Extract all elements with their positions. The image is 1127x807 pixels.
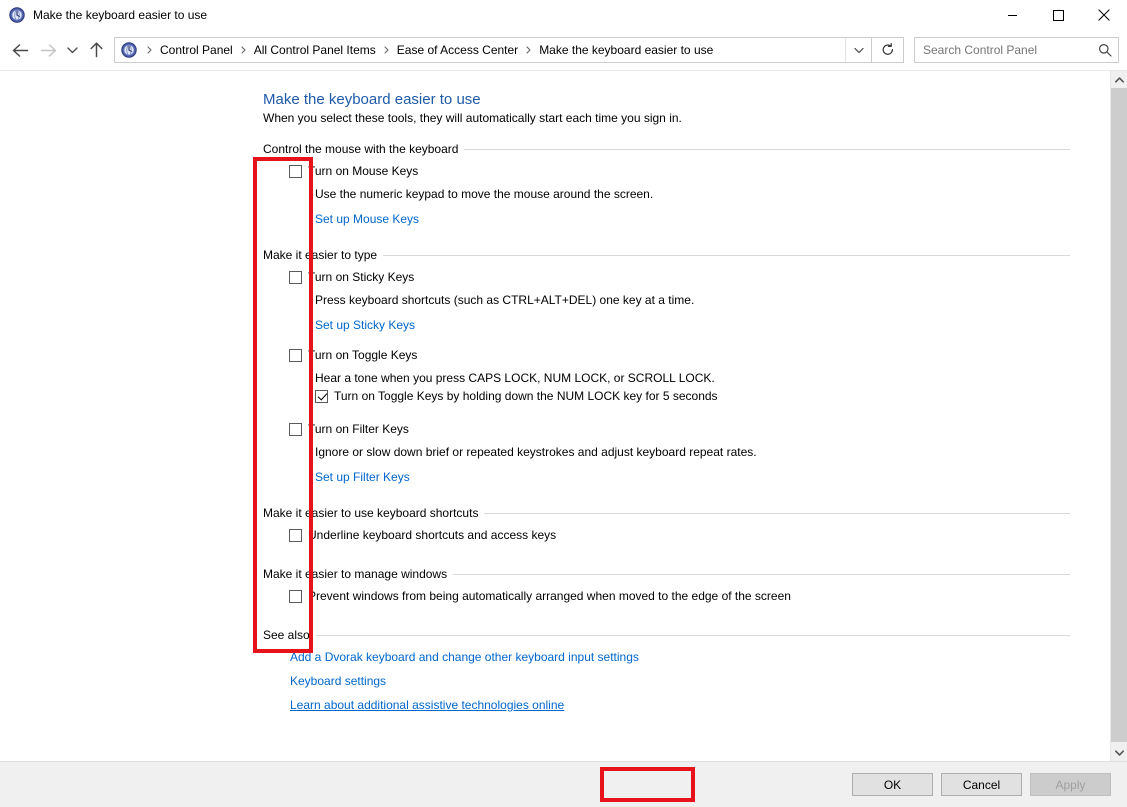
- checkbox-turn-on-sticky-keys[interactable]: [289, 271, 302, 284]
- breadcrumb: Control Panel All Control Panel Items Ea…: [142, 41, 845, 59]
- up-button[interactable]: [82, 36, 110, 64]
- checkbox-label: Turn on Toggle Keys: [308, 348, 418, 362]
- description-mouse-keys: Use the numeric keypad to move the mouse…: [315, 187, 654, 201]
- divider: [315, 634, 1070, 636]
- section-heading-keyboard-shortcuts: Make it easier to use keyboard shortcuts: [263, 506, 1070, 520]
- cancel-button[interactable]: Cancel: [941, 773, 1022, 796]
- refresh-button[interactable]: [872, 37, 904, 63]
- chevron-right-icon: [142, 46, 157, 54]
- breadcrumb-item-control-panel[interactable]: Control Panel: [157, 41, 236, 59]
- section-heading-label: See also: [263, 628, 310, 642]
- section-heading-label: Control the mouse with the keyboard: [263, 142, 459, 156]
- section-heading-label: Make it easier to manage windows: [263, 567, 448, 581]
- window-controls: [989, 0, 1127, 30]
- search-input[interactable]: [915, 43, 1092, 57]
- apply-button: Apply: [1030, 773, 1111, 796]
- breadcrumb-ease-of-access-icon: [121, 42, 137, 58]
- description-toggle-keys: Hear a tone when you press CAPS LOCK, NU…: [315, 371, 715, 385]
- content-pane: Make the keyboard easier to use When you…: [0, 71, 1110, 761]
- window-title: Make the keyboard easier to use: [33, 8, 208, 22]
- breadcrumb-dropdown-button[interactable]: [845, 38, 871, 62]
- breadcrumb-bar[interactable]: Control Panel All Control Panel Items Ea…: [114, 37, 872, 63]
- address-bar: Control Panel All Control Panel Items Ea…: [0, 30, 1127, 70]
- checkbox-row-toggle-keys-numlock[interactable]: Turn on Toggle Keys by holding down the …: [315, 389, 1070, 404]
- divider: [484, 512, 1070, 514]
- checkbox-label: Prevent windows from being automatically…: [308, 589, 791, 603]
- control-panel-window: Make the keyboard easier to use Control …: [0, 0, 1127, 807]
- checkbox-label: Underline keyboard shortcuts and access …: [308, 528, 557, 542]
- checkbox-row-prevent-window-arrange[interactable]: Prevent windows from being automatically…: [289, 589, 1070, 604]
- checkbox-row-underline-shortcuts[interactable]: Underline keyboard shortcuts and access …: [289, 528, 1070, 543]
- breadcrumb-item-current[interactable]: Make the keyboard easier to use: [536, 41, 716, 59]
- checkbox-row-filter-keys[interactable]: Turn on Filter Keys: [289, 422, 1070, 437]
- section-heading-label: Make it easier to use keyboard shortcuts: [263, 506, 479, 520]
- divider: [453, 573, 1070, 575]
- checkbox-label: Turn on Mouse Keys: [308, 164, 419, 178]
- checkbox-label: Turn on Filter Keys: [308, 422, 409, 436]
- chevron-right-icon: [521, 46, 536, 54]
- body-area: Make the keyboard easier to use When you…: [0, 70, 1127, 761]
- chevron-right-icon: [236, 46, 251, 54]
- divider: [383, 254, 1070, 256]
- maximize-button[interactable]: [1035, 0, 1081, 30]
- chevron-right-icon: [379, 46, 394, 54]
- checkbox-row-toggle-keys[interactable]: Turn on Toggle Keys: [289, 348, 1070, 363]
- checkbox-label: Turn on Toggle Keys by holding down the …: [334, 389, 718, 403]
- description-filter-keys: Ignore or slow down brief or repeated ke…: [315, 445, 757, 459]
- ok-button[interactable]: OK: [852, 773, 933, 796]
- checkbox-turn-on-filter-keys[interactable]: [289, 423, 302, 436]
- link-set-up-mouse-keys[interactable]: Set up Mouse Keys: [315, 212, 419, 226]
- section-heading-easier-to-type: Make it easier to type: [263, 248, 1070, 262]
- see-also-links: Add a Dvorak keyboard and change other k…: [290, 650, 1070, 712]
- link-set-up-sticky-keys[interactable]: Set up Sticky Keys: [315, 318, 415, 332]
- page-subtitle: When you select these tools, they will a…: [263, 111, 682, 125]
- description-sticky-keys: Press keyboard shortcuts (such as CTRL+A…: [315, 293, 695, 307]
- section-heading-manage-windows: Make it easier to manage windows: [263, 567, 1070, 581]
- divider: [464, 148, 1070, 150]
- link-set-up-filter-keys[interactable]: Set up Filter Keys: [315, 470, 410, 484]
- minimize-button[interactable]: [989, 0, 1035, 30]
- ease-of-access-icon: [9, 7, 25, 23]
- back-button[interactable]: [6, 36, 34, 64]
- link-learn-assistive-technologies[interactable]: Learn about additional assistive technol…: [290, 698, 564, 712]
- checkbox-turn-on-mouse-keys[interactable]: [289, 165, 302, 178]
- dialog-footer: OK Cancel Apply: [0, 761, 1127, 807]
- section-heading-label: Make it easier to type: [263, 248, 378, 262]
- recent-locations-button[interactable]: [62, 36, 82, 64]
- checkbox-underline-keyboard-shortcuts[interactable]: [289, 529, 302, 542]
- page-title: Make the keyboard easier to use: [263, 91, 481, 108]
- title-bar: Make the keyboard easier to use: [0, 0, 1127, 30]
- vertical-scrollbar[interactable]: [1110, 71, 1127, 761]
- section-heading-mouse-keys: Control the mouse with the keyboard: [263, 142, 1070, 156]
- section-heading-see-also: See also: [263, 628, 1070, 642]
- link-add-dvorak-keyboard[interactable]: Add a Dvorak keyboard and change other k…: [290, 650, 639, 664]
- checkbox-row-mouse-keys[interactable]: Turn on Mouse Keys: [289, 164, 1070, 179]
- scroll-up-icon[interactable]: [1111, 71, 1127, 88]
- breadcrumb-item-ease-of-access-center[interactable]: Ease of Access Center: [394, 41, 521, 59]
- scroll-down-icon[interactable]: [1111, 744, 1127, 761]
- scrollbar-thumb[interactable]: [1111, 88, 1127, 742]
- search-box[interactable]: [914, 37, 1119, 63]
- checkbox-label: Turn on Sticky Keys: [308, 270, 415, 284]
- close-button[interactable]: [1081, 0, 1127, 30]
- checkbox-row-sticky-keys[interactable]: Turn on Sticky Keys: [289, 270, 1070, 285]
- checkbox-toggle-keys-numlock-hold[interactable]: [315, 390, 328, 403]
- checkbox-prevent-windows-arranged[interactable]: [289, 590, 302, 603]
- forward-button: [34, 36, 62, 64]
- breadcrumb-item-all-control-panel-items[interactable]: All Control Panel Items: [251, 41, 379, 59]
- checkbox-turn-on-toggle-keys[interactable]: [289, 349, 302, 362]
- scrollbar-track[interactable]: [1111, 88, 1127, 744]
- link-keyboard-settings[interactable]: Keyboard settings: [290, 674, 386, 688]
- search-icon[interactable]: [1092, 43, 1118, 57]
